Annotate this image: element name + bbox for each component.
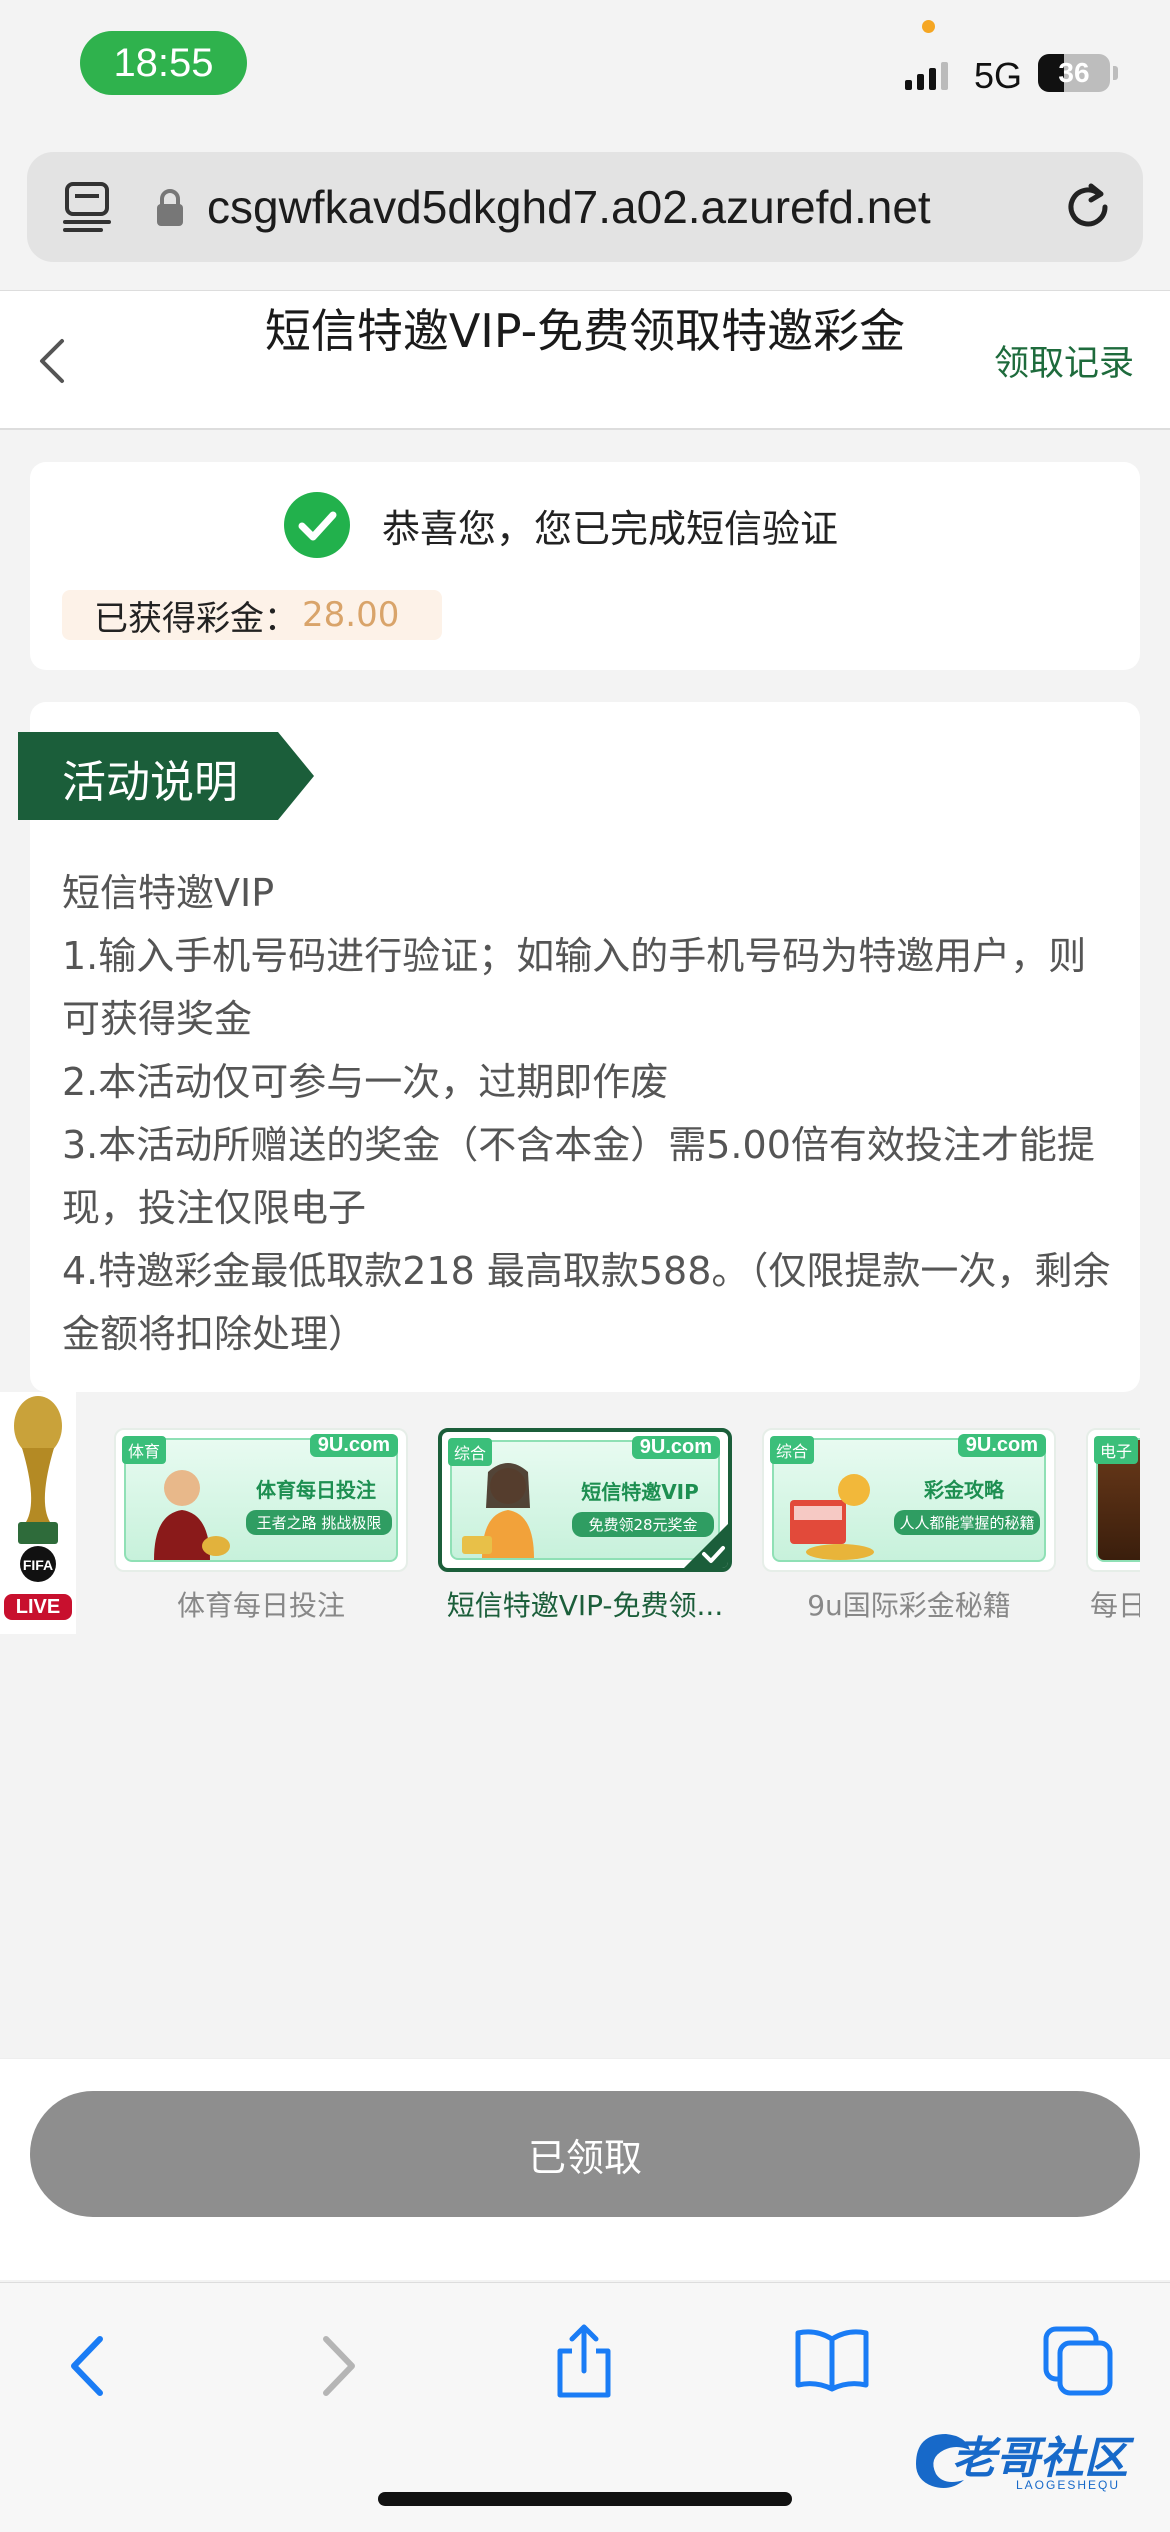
- rules-line: 3.本活动所赠送的奖金（不含本金）需5.00倍有效投注才能提现，投注仅限电子: [62, 1123, 1095, 1230]
- promo-carousel[interactable]: 体育 9U.com 体育每日投注 王者之路 挑战极限 体育每日投注 综合 9U.…: [0, 1418, 1140, 1638]
- status-bar: 18:55 5G 36: [0, 0, 1170, 140]
- promo-subtitle: 王者之路 挑战极限: [246, 1510, 392, 1535]
- promo-art-coins: [790, 1474, 874, 1560]
- promo-caption: 短信特邀VIP-免费领...: [446, 1589, 724, 1622]
- page-menu-icon[interactable]: [61, 180, 113, 234]
- promo-category: 电子: [1094, 1436, 1139, 1464]
- battery-level: 36: [1058, 57, 1090, 88]
- promo-caption: 9u国际彩金秘籍: [807, 1589, 1011, 1622]
- watermark-logo: 老哥社区 LAOGESHEQU: [906, 2420, 1162, 2500]
- rules-line: 4.特邀彩金最低取款218 最高取款588。（仅限提款一次，剩余金额将扣除处理）: [62, 1249, 1111, 1356]
- promo-headline: 体育每日投注: [256, 1478, 376, 1502]
- selected-check-icon: [684, 1524, 728, 1568]
- promo-card-bonus-guide[interactable]: 综合 9U.com 彩金攻略 人人都能掌握的秘籍 9u国际彩金秘籍: [762, 1428, 1056, 1624]
- claimed-button[interactable]: 已领取: [30, 2091, 1140, 2217]
- signal-strength-icon: [905, 60, 948, 90]
- tabs-icon[interactable]: [1042, 2325, 1114, 2397]
- rules-line: 2.本活动仅可参与一次，过期即作废: [62, 1060, 669, 1104]
- privacy-indicator-dot: [922, 20, 935, 33]
- verification-success-card: 恭喜您，您已完成短信验证 已获得彩金： 28.00: [30, 462, 1140, 670]
- url-text[interactable]: csgwfkavd5dkghd7.a02.azurefd.net: [207, 180, 931, 234]
- watermark-text: 老哥社区: [952, 2433, 1128, 2484]
- promo-art-player: [154, 1470, 230, 1560]
- promo-thumbnail: 电子: [1086, 1428, 1140, 1572]
- reload-icon[interactable]: [1061, 180, 1115, 234]
- reward-label: 已获得彩金：: [94, 598, 298, 639]
- page-title: 短信特邀VIP-免费领取特邀彩金: [264, 304, 906, 358]
- network-type: 5G: [974, 55, 1023, 96]
- status-time: 18:55: [80, 31, 247, 95]
- back-arrow-icon[interactable]: [34, 335, 68, 387]
- share-icon[interactable]: [552, 2321, 616, 2401]
- promo-brand: 9U.com: [631, 1436, 720, 1459]
- reward-amount: 28.00: [302, 595, 400, 635]
- promo-headline: 彩金攻略: [924, 1478, 1004, 1502]
- promo-brand: 9U.com: [309, 1434, 398, 1457]
- promo-subtitle: 人人都能掌握的秘籍: [894, 1510, 1040, 1535]
- activity-description-card: 活动说明 短信特邀VIP 1.输入手机号码进行验证；如输入的手机号码为特邀用户，…: [18, 702, 1140, 1392]
- activity-tag-label: 活动说明: [62, 757, 238, 808]
- activity-tag: 活动说明: [18, 732, 314, 820]
- promo-caption: 每日: [1090, 1589, 1140, 1622]
- browser-back-icon[interactable]: [62, 2331, 112, 2401]
- lock-icon: [157, 189, 183, 226]
- promo-art-hostess: [462, 1463, 534, 1558]
- battery-cap: [1113, 66, 1118, 80]
- rules-line: 1.输入手机号码进行验证；如输入的手机号码为特邀用户，则可获得奖金: [62, 934, 1087, 1041]
- battery-icon: 36: [1038, 54, 1110, 92]
- promo-thumbnail: 综合 9U.com 彩金攻略 人人都能掌握的秘籍: [762, 1428, 1056, 1572]
- address-bar[interactable]: csgwfkavd5dkghd7.a02.azurefd.net: [27, 152, 1143, 262]
- promo-brand: 9U.com: [957, 1434, 1046, 1457]
- promo-thumbnail: 综合 9U.com 短信特邀VIP 免费领28元奖金: [438, 1428, 732, 1572]
- watermark-subtext: LAOGESHEQU: [1016, 2478, 1121, 2492]
- browser-forward-icon[interactable]: [314, 2331, 364, 2401]
- promo-card-sms-vip[interactable]: 综合 9U.com 短信特邀VIP 免费领28元奖金 短信特邀VIP-免费领..…: [438, 1428, 732, 1624]
- home-indicator[interactable]: [378, 2492, 792, 2506]
- rules-line: 短信特邀VIP: [62, 871, 275, 915]
- reward-chip: 已获得彩金： 28.00: [62, 590, 442, 640]
- promo-headline: 短信特邀VIP: [581, 1480, 699, 1504]
- success-check-icon: [284, 492, 350, 558]
- success-message: 恭喜您，您已完成短信验证: [382, 507, 839, 551]
- page-header: 短信特邀VIP-免费领取特邀彩金 领取记录: [0, 290, 1170, 430]
- bottom-action-area: 已领取: [0, 2058, 1170, 2280]
- bookmarks-icon[interactable]: [794, 2327, 870, 2393]
- promo-thumbnail: 体育 9U.com 体育每日投注 王者之路 挑战极限: [114, 1428, 408, 1572]
- promo-card-sports-daily[interactable]: 体育 9U.com 体育每日投注 王者之路 挑战极限 体育每日投注: [114, 1428, 408, 1624]
- activity-rules: 短信特邀VIP 1.输入手机号码进行验证；如输入的手机号码为特邀用户，则可获得奖…: [62, 862, 1112, 1366]
- promo-card-daily[interactable]: 电子 每日: [1086, 1428, 1140, 1624]
- claim-records-link[interactable]: 领取记录: [994, 335, 1134, 386]
- promo-caption: 体育每日投注: [176, 1589, 345, 1622]
